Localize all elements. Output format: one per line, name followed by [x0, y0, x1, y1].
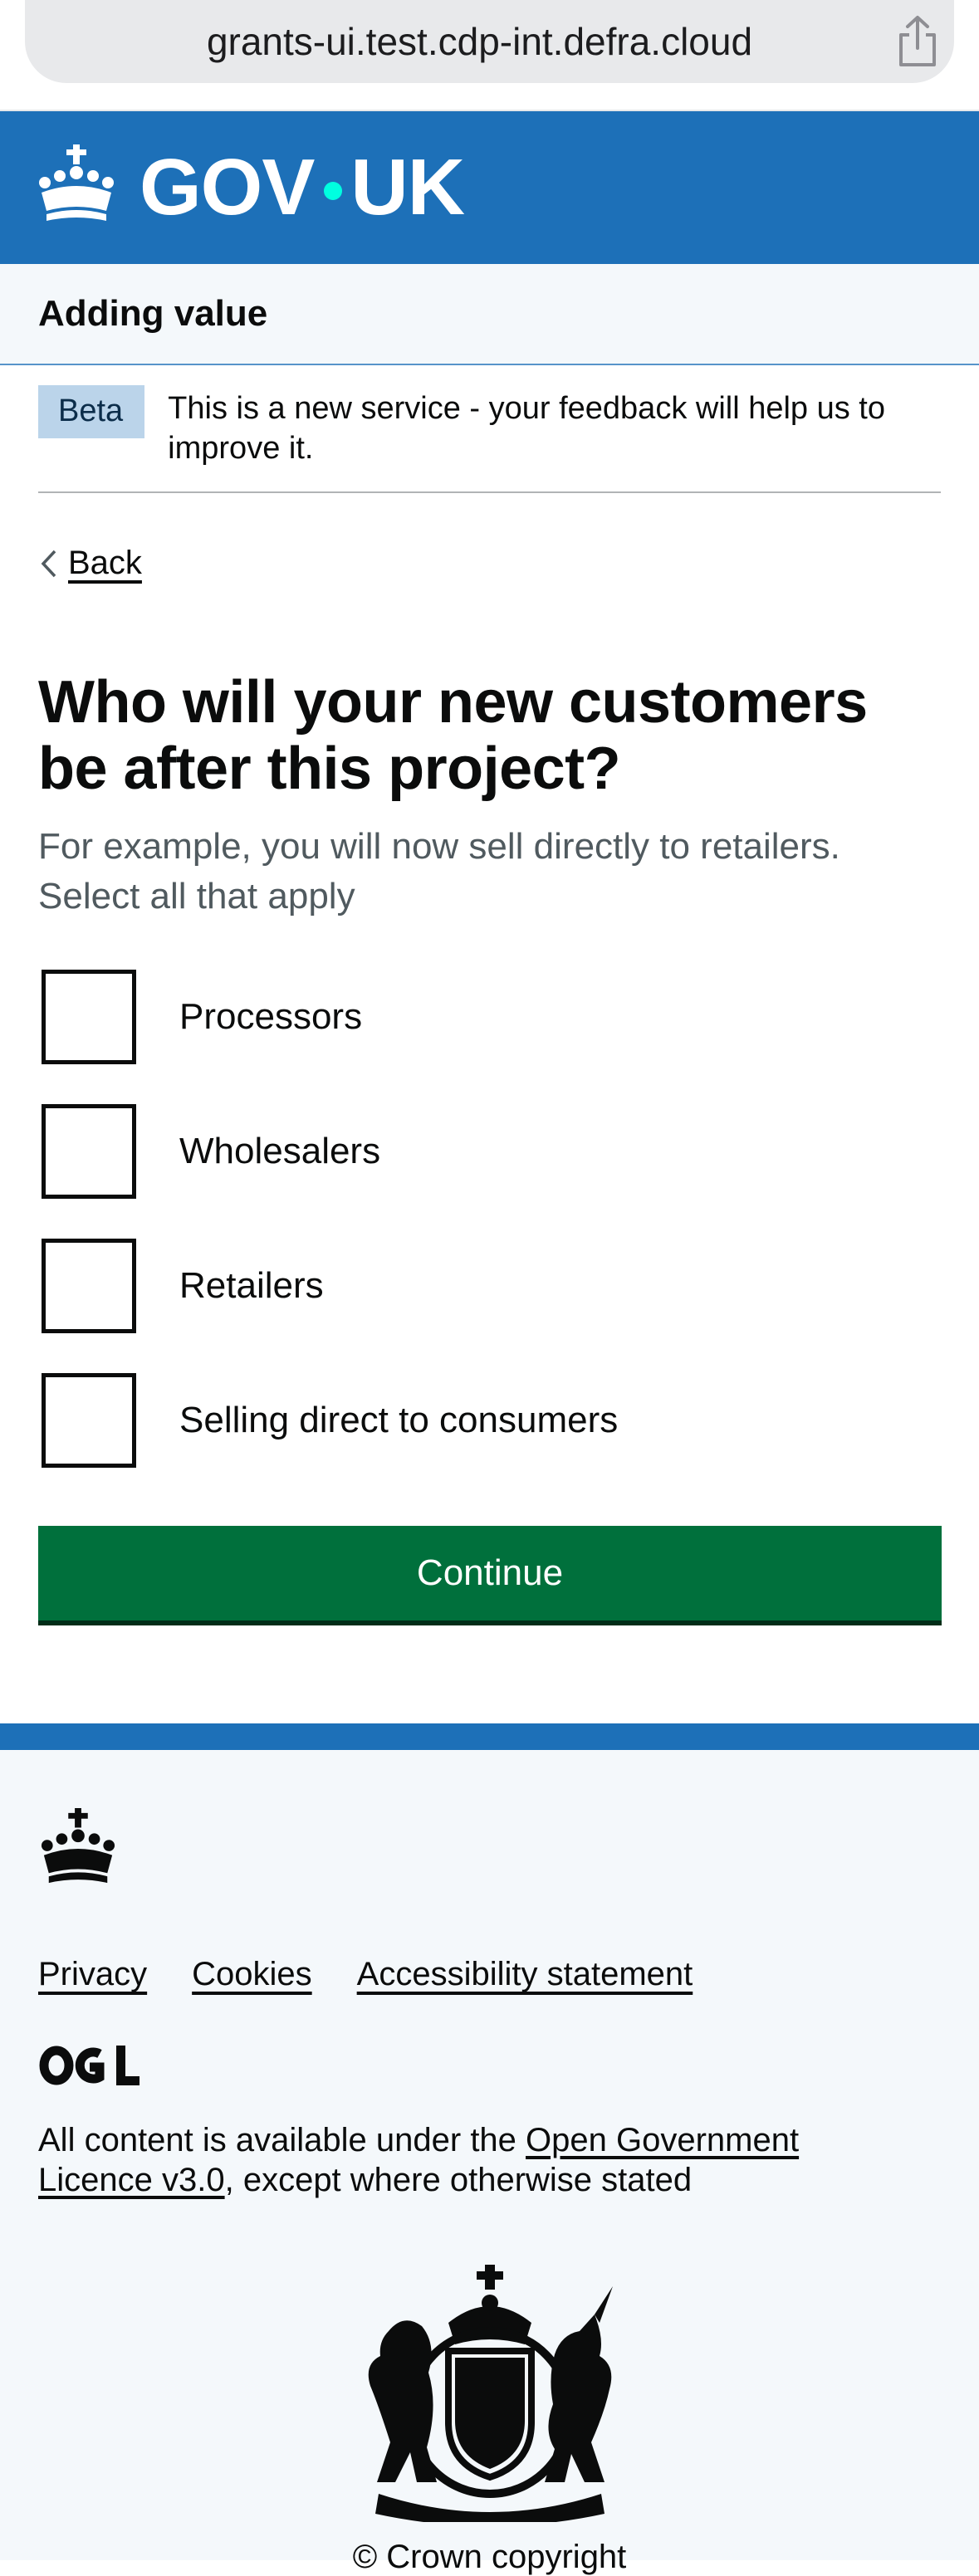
- checkbox-label[interactable]: Processors: [179, 996, 362, 1038]
- checkbox-option-processors[interactable]: Processors: [38, 965, 618, 1069]
- phase-banner-text: This is a new service - your feedback wi…: [168, 391, 885, 466]
- question-hint: For example, you will now sell directly …: [38, 822, 943, 921]
- checkbox-option-wholesalers[interactable]: Wholesalers: [38, 1099, 618, 1204]
- hint-line-select: Select all that apply: [38, 876, 355, 917]
- govuk-logo[interactable]: GOV UK: [140, 143, 465, 232]
- logo-text-gov: GOV: [140, 143, 315, 232]
- back-link[interactable]: Back: [38, 545, 142, 582]
- logo-text-uk: UK: [350, 143, 465, 232]
- checkbox-label[interactable]: Selling direct to consumers: [179, 1400, 618, 1441]
- footer-link-cookies[interactable]: Cookies: [192, 1956, 312, 1993]
- chevron-left-icon: [41, 550, 56, 577]
- checkbox-option-retailers[interactable]: Retailers: [38, 1234, 618, 1338]
- royal-coat-of-arms-icon[interactable]: [345, 2265, 634, 2522]
- govuk-header: GOV UK: [0, 111, 979, 264]
- checkbox-group: Processors Wholesalers Retailers Selling…: [38, 965, 618, 1503]
- footer-links: Privacy Cookies Accessibility statement: [38, 1956, 737, 1993]
- service-navigation: Adding value: [0, 264, 979, 365]
- licence-statement: All content is available under the Open …: [38, 2120, 869, 2200]
- share-icon[interactable]: [893, 15, 942, 68]
- page-title: Who will your new customers be after thi…: [38, 669, 868, 802]
- checkbox-processors[interactable]: [42, 970, 136, 1064]
- beta-tag: Beta: [38, 385, 145, 438]
- phase-banner: Beta This is a new service - your feedba…: [38, 365, 941, 493]
- url-field[interactable]: grants-ui.test.cdp-int.defra.cloud: [25, 0, 954, 83]
- back-link-label: Back: [68, 545, 142, 581]
- checkbox-option-direct-to-consumers[interactable]: Selling direct to consumers: [38, 1368, 618, 1473]
- footer-link-privacy[interactable]: Privacy: [38, 1956, 147, 1993]
- checkbox-label[interactable]: Retailers: [179, 1265, 324, 1307]
- checkbox-direct-to-consumers[interactable]: [42, 1373, 136, 1468]
- page-footer: Privacy Cookies Accessibility statement …: [0, 1723, 979, 2575]
- ogl-logo-icon: [39, 2046, 140, 2085]
- url-text: grants-ui.test.cdp-int.defra.cloud: [206, 20, 753, 63]
- checkbox-retailers[interactable]: [42, 1239, 136, 1333]
- crown-icon: [39, 144, 114, 221]
- footer-link-accessibility[interactable]: Accessibility statement: [357, 1956, 693, 1993]
- licence-prefix: All content is available under the: [38, 2122, 526, 2158]
- crown-icon: [41, 1808, 115, 1884]
- hint-line-example: For example, you will now sell directly …: [38, 826, 840, 867]
- service-name[interactable]: Adding value: [38, 293, 267, 335]
- continue-button[interactable]: Continue: [38, 1526, 942, 1620]
- licence-suffix: , except where otherwise stated: [224, 2162, 693, 2198]
- browser-address-bar: grants-ui.test.cdp-int.defra.cloud: [0, 0, 979, 111]
- checkbox-wholesalers[interactable]: [42, 1104, 136, 1199]
- checkbox-label[interactable]: Wholesalers: [179, 1131, 380, 1172]
- copyright-notice[interactable]: © Crown copyright: [0, 2539, 979, 2576]
- logo-dot: [324, 182, 343, 200]
